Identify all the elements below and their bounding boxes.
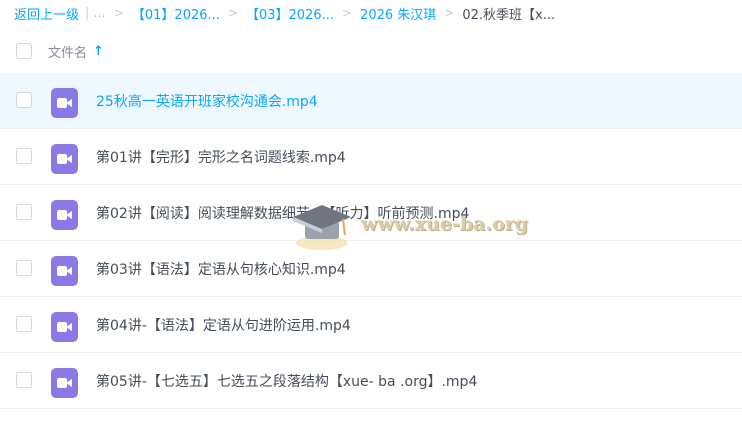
breadcrumb-divider: | <box>85 5 90 21</box>
chevron-right-icon: > <box>227 6 238 20</box>
back-link[interactable]: 返回上一级 <box>14 4 79 23</box>
breadcrumb-item[interactable]: 【01】2026... <box>132 4 220 23</box>
breadcrumb-current: 02.秋季班【x... <box>462 7 556 23</box>
file-name-link[interactable]: 第01讲【完形】完形之名词题线索.mp4 <box>96 147 346 167</box>
file-row[interactable]: 第02讲【阅读】阅读理解数据细节+【听力】听前预测.mp4 <box>0 185 742 241</box>
file-list-header: 文件名 ↑ <box>0 34 742 68</box>
select-all-checkbox[interactable] <box>16 43 32 59</box>
file-row[interactable]: 第03讲【语法】定语从句核心知识.mp4 <box>0 241 742 297</box>
file-row[interactable]: 第05讲-【七选五】七选五之段落结构【xue- ba .org】.mp4 <box>0 353 742 409</box>
video-icon <box>51 144 78 174</box>
video-icon <box>51 88 78 118</box>
file-name-link[interactable]: 第05讲-【七选五】七选五之段落结构【xue- ba .org】.mp4 <box>96 371 477 391</box>
file-name-link[interactable]: 第02讲【阅读】阅读理解数据细节+【听力】听前预测.mp4 <box>96 203 469 223</box>
file-name-link[interactable]: 第04讲-【语法】定语从句进阶运用.mp4 <box>96 315 351 335</box>
column-label-filename: 文件名 <box>48 46 88 61</box>
file-name-link[interactable]: 25秋高一英语开班家校沟通会.mp4 <box>96 91 318 111</box>
breadcrumb-item[interactable]: 【03】2026... <box>246 4 334 23</box>
chevron-right-icon: > <box>342 6 353 20</box>
chevron-right-icon: > <box>444 6 455 20</box>
video-icon <box>51 200 78 230</box>
sort-by-name-button[interactable]: 文件名 ↑ <box>48 42 104 61</box>
file-name-link[interactable]: 第03讲【语法】定语从句核心知识.mp4 <box>96 259 346 279</box>
file-list: 25秋高一英语开班家校沟通会.mp4 第01讲【完形】完形之名词题线索.mp4 … <box>0 73 742 409</box>
row-checkbox[interactable] <box>16 148 32 164</box>
row-checkbox[interactable] <box>16 204 32 220</box>
video-icon <box>51 312 78 342</box>
row-checkbox[interactable] <box>16 316 32 332</box>
row-checkbox[interactable] <box>16 372 32 388</box>
file-row[interactable]: 25秋高一英语开班家校沟通会.mp4 <box>0 73 742 129</box>
breadcrumb-item[interactable]: 2026 朱汉琪 <box>360 4 436 23</box>
breadcrumb: 返回上一级 | ... > 【01】2026... > 【03】2026... … <box>0 0 742 26</box>
file-row[interactable]: 第04讲-【语法】定语从句进阶运用.mp4 <box>0 297 742 353</box>
chevron-right-icon: > <box>113 6 124 20</box>
breadcrumb-ellipsis[interactable]: ... <box>93 6 105 21</box>
row-checkbox[interactable] <box>16 260 32 276</box>
video-icon <box>51 256 78 286</box>
file-row[interactable]: 第01讲【完形】完形之名词题线索.mp4 <box>0 129 742 185</box>
arrow-up-icon: ↑ <box>93 44 104 59</box>
video-icon <box>51 368 78 398</box>
row-checkbox[interactable] <box>16 92 32 108</box>
